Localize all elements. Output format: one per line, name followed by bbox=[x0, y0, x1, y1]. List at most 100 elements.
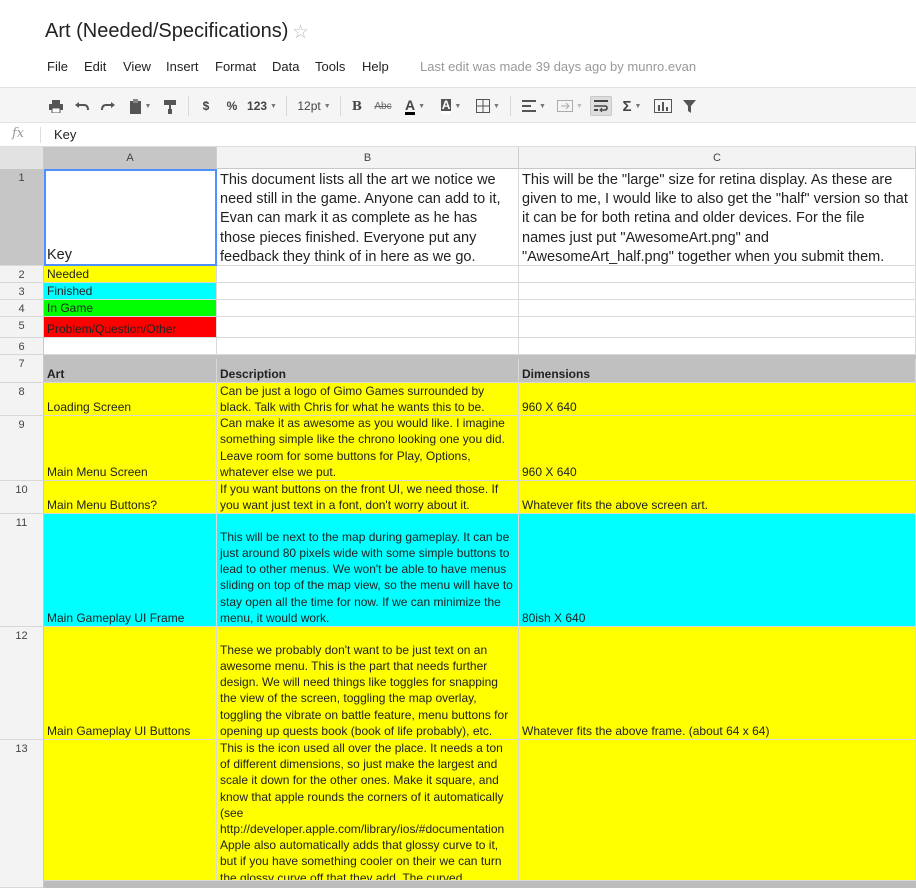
merge-cells-dropdown[interactable]: ▼ bbox=[554, 96, 586, 116]
cell-b12[interactable]: These we probably don't want to be just … bbox=[217, 627, 519, 740]
menu-view[interactable]: View bbox=[123, 59, 151, 74]
cell-a8[interactable]: Loading Screen bbox=[44, 383, 217, 416]
fill-color-dropdown[interactable]: A ▼ bbox=[436, 96, 466, 116]
cell-b11[interactable]: This will be next to the map during game… bbox=[217, 514, 519, 627]
cell-a13[interactable] bbox=[44, 740, 217, 881]
select-all-corner[interactable] bbox=[0, 147, 44, 169]
column-header-b[interactable]: B bbox=[217, 147, 519, 169]
cell-b10[interactable]: If you want buttons on the front UI, we … bbox=[217, 481, 519, 514]
row-header-2[interactable]: 2 bbox=[0, 266, 44, 283]
cell-c10[interactable]: Whatever fits the above screen art. bbox=[519, 481, 916, 514]
cell-a10-text: Main Menu Buttons? bbox=[47, 497, 158, 512]
cell-a2-text: Needed bbox=[47, 266, 90, 281]
cell-b3[interactable] bbox=[217, 283, 519, 300]
cell-b9[interactable]: Can make it as awesome as you would like… bbox=[217, 416, 519, 481]
text-color-dropdown[interactable]: A ▼ bbox=[398, 96, 432, 116]
row-header-5[interactable]: 5 bbox=[0, 317, 44, 338]
font-size-dropdown[interactable]: 12pt ▼ bbox=[294, 96, 334, 116]
print-icon[interactable] bbox=[46, 96, 66, 116]
cell-a1[interactable]: Key bbox=[44, 169, 217, 266]
cell-a6[interactable] bbox=[44, 338, 217, 355]
cell-b13-text: This is the icon used all over the place… bbox=[220, 741, 505, 881]
menu-insert[interactable]: Insert bbox=[166, 59, 199, 74]
paint-format-icon[interactable] bbox=[160, 96, 180, 116]
cell-b5[interactable] bbox=[217, 317, 519, 338]
menu-data[interactable]: Data bbox=[272, 59, 299, 74]
last-edit-status[interactable]: Last edit was made 39 days ago by munro.… bbox=[420, 59, 696, 74]
align-left-icon bbox=[522, 100, 537, 112]
row-header-3[interactable]: 3 bbox=[0, 283, 44, 300]
row-header-1[interactable]: 1 bbox=[0, 169, 44, 266]
cell-c2[interactable] bbox=[519, 266, 916, 283]
cell-b13[interactable]: This is the icon used all over the place… bbox=[217, 740, 519, 881]
cell-a3[interactable]: Finished bbox=[44, 283, 217, 300]
menu-file[interactable]: File bbox=[47, 59, 68, 74]
cell-a5[interactable]: Problem/Question/Other bbox=[44, 317, 217, 338]
cell-c8[interactable]: 960 X 640 bbox=[519, 383, 916, 416]
cell-a5-text: Problem/Question/Other bbox=[47, 321, 177, 336]
star-icon[interactable]: ☆ bbox=[292, 21, 309, 44]
cell-b6[interactable] bbox=[217, 338, 519, 355]
row-header-8[interactable]: 8 bbox=[0, 383, 44, 416]
cell-b1[interactable]: This document lists all the art we notic… bbox=[217, 169, 519, 266]
cell-a9[interactable]: Main Menu Screen bbox=[44, 416, 217, 481]
currency-format-button[interactable]: $ bbox=[198, 96, 214, 116]
paste-icon[interactable]: ▼ bbox=[124, 96, 156, 116]
cell-c5[interactable] bbox=[519, 317, 916, 338]
cell-a10[interactable]: Main Menu Buttons? bbox=[44, 481, 217, 514]
cell-c3[interactable] bbox=[519, 283, 916, 300]
cell-a11[interactable]: Main Gameplay UI Frame bbox=[44, 514, 217, 627]
menu-tools[interactable]: Tools bbox=[315, 59, 345, 74]
cell-c4[interactable] bbox=[519, 300, 916, 317]
row-header-6[interactable]: 6 bbox=[0, 338, 44, 355]
formula-input[interactable]: Key bbox=[54, 127, 76, 142]
undo-icon[interactable] bbox=[72, 96, 92, 116]
document-title[interactable]: Art (Needed/Specifications) bbox=[45, 20, 288, 43]
menu-edit[interactable]: Edit bbox=[84, 59, 106, 74]
cell-a4[interactable]: In Game bbox=[44, 300, 217, 317]
menu-format[interactable]: Format bbox=[215, 59, 256, 74]
horizontal-scrollbar[interactable] bbox=[44, 881, 916, 888]
cell-a2[interactable]: Needed bbox=[44, 266, 217, 283]
row-header-13[interactable]: 13 bbox=[0, 740, 44, 888]
cell-c1[interactable]: This will be the "large" size for retina… bbox=[519, 169, 916, 266]
cell-b7[interactable]: Description bbox=[217, 359, 519, 383]
borders-dropdown[interactable]: ▼ bbox=[472, 96, 504, 116]
row-header-10[interactable]: 10 bbox=[0, 481, 44, 514]
row-header-12[interactable]: 12 bbox=[0, 627, 44, 740]
row-header-9[interactable]: 9 bbox=[0, 416, 44, 481]
cell-b8[interactable]: Can be just a logo of Gimo Games surroun… bbox=[217, 383, 519, 416]
cell-c13[interactable] bbox=[519, 740, 916, 881]
cell-a9-text: Main Menu Screen bbox=[47, 464, 148, 479]
column-header-c[interactable]: C bbox=[519, 147, 916, 169]
cell-c9[interactable]: 960 X 640 bbox=[519, 416, 916, 481]
cell-c12[interactable]: Whatever fits the above frame. (about 64… bbox=[519, 627, 916, 740]
filter-icon[interactable] bbox=[680, 96, 698, 116]
cell-c11[interactable]: 80ish X 640 bbox=[519, 514, 916, 627]
row-header-4[interactable]: 4 bbox=[0, 300, 44, 317]
cell-b2[interactable] bbox=[217, 266, 519, 283]
bold-button[interactable]: B bbox=[350, 96, 364, 116]
menu-help[interactable]: Help bbox=[362, 59, 389, 74]
borders-icon bbox=[476, 99, 491, 113]
row-header-7[interactable]: 7 bbox=[0, 355, 44, 383]
row-header-11[interactable]: 11 bbox=[0, 514, 44, 627]
align-dropdown[interactable]: ▼ bbox=[518, 96, 550, 116]
cell-c7[interactable]: Dimensions bbox=[519, 359, 916, 383]
percent-format-button[interactable]: % bbox=[224, 96, 240, 116]
cell-a3-text: Finished bbox=[47, 283, 93, 298]
cell-c6[interactable] bbox=[519, 338, 916, 355]
column-header-a[interactable]: A bbox=[44, 147, 217, 169]
insert-chart-icon[interactable] bbox=[652, 96, 674, 116]
cell-a7[interactable]: Art bbox=[44, 359, 217, 383]
cell-b4[interactable] bbox=[217, 300, 519, 317]
functions-dropdown[interactable]: Σ ▼ bbox=[618, 96, 646, 116]
number-format-dropdown[interactable]: 123 ▼ bbox=[246, 96, 278, 116]
cell-a12[interactable]: Main Gameplay UI Buttons bbox=[44, 627, 217, 740]
cell-c12-text: Whatever fits the above frame. (about 64… bbox=[522, 723, 770, 738]
redo-icon[interactable] bbox=[98, 96, 118, 116]
strikethrough-button[interactable]: Abc bbox=[372, 96, 394, 116]
formula-icon: fx bbox=[12, 126, 25, 141]
wrap-text-button[interactable] bbox=[590, 96, 612, 116]
menu-bar: File Edit View Insert Format Data Tools … bbox=[0, 52, 916, 82]
